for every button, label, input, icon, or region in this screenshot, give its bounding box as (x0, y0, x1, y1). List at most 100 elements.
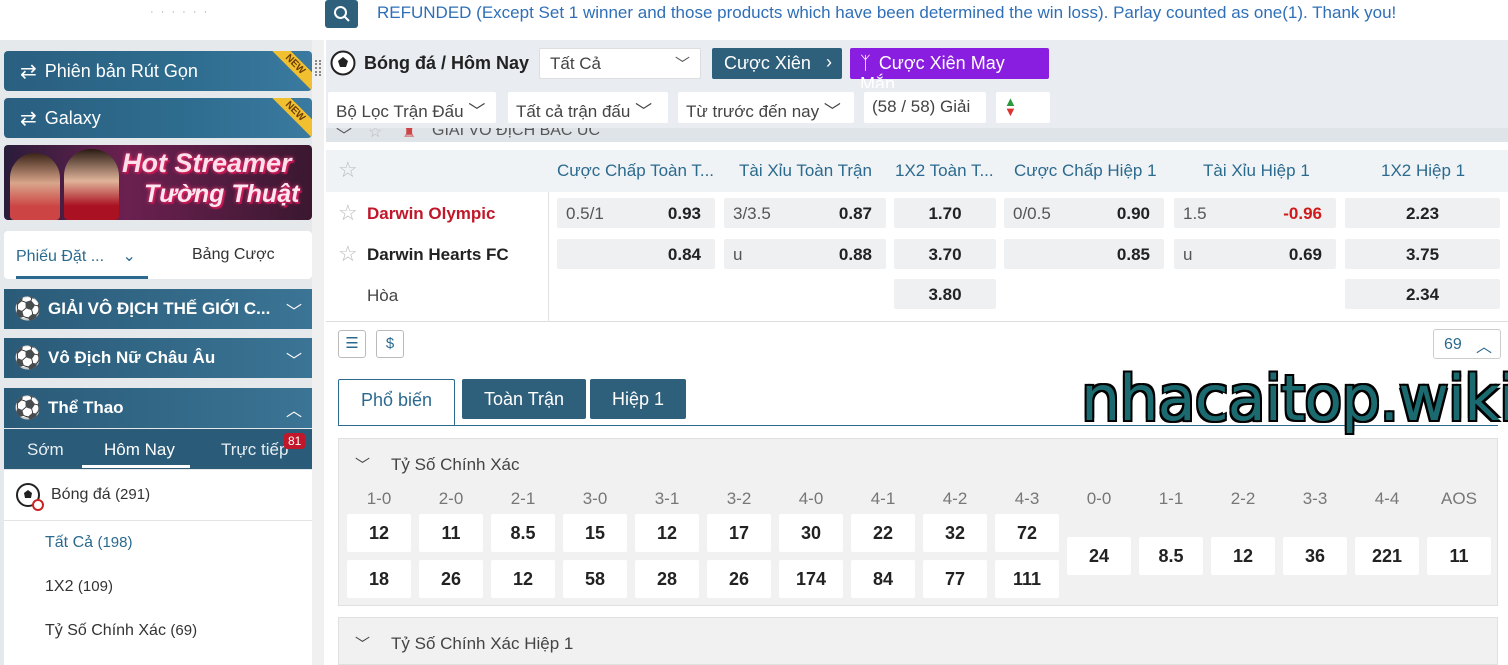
odds-cell[interactable]: u 0.88 (724, 239, 886, 269)
score-odds-cell[interactable]: 30 (779, 514, 843, 552)
score-odds-cell[interactable]: 72 (995, 514, 1059, 552)
list-item-all[interactable]: Tất Cả (198) (45, 534, 133, 552)
odds-cell[interactable]: 0/0.5 0.90 (1004, 198, 1164, 228)
score-odds-cell[interactable]: 221 (1355, 537, 1419, 575)
score-odds-cell[interactable]: 84 (851, 560, 915, 598)
tab-today[interactable]: Hôm Nay (104, 440, 175, 460)
score-odds-cell[interactable]: 32 (923, 514, 987, 552)
odds-cell[interactable]: 3.70 (894, 239, 996, 269)
score-odds-cell[interactable]: 174 (779, 560, 843, 598)
odds-cell[interactable]: u 0.69 (1174, 239, 1336, 269)
sidebar-scrollbar[interactable] (312, 40, 324, 665)
chevron-down-icon: ﹀ (823, 102, 841, 121)
galaxy-banner[interactable]: ⇄ Galaxy NEW (4, 98, 312, 138)
score-odds-cell[interactable]: 12 (347, 514, 411, 552)
search-icon (333, 6, 350, 22)
odds-cell[interactable]: 0.5/1 0.93 (557, 198, 715, 228)
score-odds-cell[interactable]: 26 (419, 560, 483, 598)
col-1x2-h1: 1X2 Hiệp 1 (1381, 161, 1466, 180)
odds-cell[interactable]: 1.5 -0.96 (1174, 198, 1336, 228)
score-odds-cell[interactable]: 12 (491, 560, 555, 598)
col-handicap-h1: Cược Chấp Hiệp 1 (1014, 161, 1157, 180)
tab-early[interactable]: Sớm (27, 440, 64, 460)
list-item-correct-score[interactable]: Tỷ Số Chính Xác (69) (45, 622, 197, 640)
score-odds-cell[interactable]: 28 (635, 560, 699, 598)
score-odds-cell[interactable]: 18 (347, 560, 411, 598)
chevron-down-icon[interactable]: ﹀ (355, 454, 370, 475)
banner-label: Phiên bản Rút Gọn (44, 60, 198, 81)
correct-score-panel: ﹀ Tỷ Số Chính Xác 1-0 2-0 2-1 3-0 3-1 3-2 4-0 4… (338, 438, 1498, 606)
section-women-euro[interactable]: ⚽ Vô Địch Nữ Châu Âu ﹀ (4, 338, 312, 378)
sport-item-soccer[interactable]: Bóng đá (291) (51, 486, 150, 504)
hot-streamer-subtitle: Tường Thuật (144, 180, 300, 208)
hot-streamer-banner[interactable]: Hot Streamer Tường Thuật (4, 145, 312, 220)
all-matches-dropdown[interactable]: Tất cả trận đấu ﹀ (508, 92, 668, 123)
score-odds-cell[interactable]: 24 (1067, 537, 1131, 575)
score-odds-cell[interactable]: 8.5 (1139, 537, 1203, 575)
correct-score-title: Tỷ Số Chính Xác (391, 455, 520, 474)
chevron-down-icon: ﹀ (285, 353, 302, 370)
odds-cell[interactable]: 3.80 (894, 279, 996, 309)
chevron-down-icon: ﹀ (285, 304, 302, 321)
market-count-toggle[interactable]: 69 ︿ (1433, 329, 1501, 359)
score-odds-cell[interactable]: 17 (707, 514, 771, 552)
score-odds-cell[interactable]: 26 (707, 560, 771, 598)
star-icon[interactable]: ☆ (368, 128, 382, 142)
tab-live[interactable]: Trực tiếp (221, 440, 288, 460)
tab-bet-list[interactable]: Bảng Cược (192, 246, 275, 264)
list-item-1x2[interactable]: 1X2 (109) (45, 578, 113, 596)
score-odds-cell[interactable]: 22 (851, 514, 915, 552)
odds-cell[interactable]: 2.34 (1345, 279, 1500, 309)
score-header: 2-0 (438, 489, 464, 508)
chevron-down-icon: ﹀ (674, 56, 690, 73)
col-ou-ft: Tài Xỉu Toàn Trận (739, 161, 872, 180)
tab-full-match[interactable]: Toàn Trận (462, 379, 587, 419)
score-header: 4-1 (870, 489, 896, 508)
stats-button[interactable]: ☰ (338, 330, 366, 358)
soccer-ball-icon (16, 483, 44, 511)
score-header: 3-0 (582, 489, 608, 508)
score-odds-cell[interactable]: 8.5 (491, 514, 555, 552)
score-header: 4-0 (798, 489, 824, 508)
cashout-button[interactable]: $ (376, 330, 404, 358)
score-header: 3-1 (654, 489, 680, 508)
score-odds-cell[interactable]: 15 (563, 514, 627, 552)
match-filter-dropdown[interactable]: Bộ Lọc Trận Đấu ﹀ (328, 92, 496, 123)
score-odds-cell[interactable]: 58 (563, 560, 627, 598)
star-icon[interactable]: ☆ (338, 157, 358, 183)
score-odds-cell[interactable]: 11 (419, 514, 483, 552)
score-odds-cell[interactable]: 77 (923, 560, 987, 598)
league-row[interactable]: ﹀ ☆ ♜ GIẢI VÔ ĐỊCH BẮC ÚC (326, 128, 1508, 142)
odds-cell[interactable]: 2.23 (1345, 198, 1500, 228)
league-count-button[interactable]: (58 / 58) Giải (864, 92, 986, 123)
compact-version-banner[interactable]: ⇄ Phiên bản Rút Gọn NEW (4, 51, 312, 91)
search-button[interactable] (325, 0, 358, 28)
chevron-up-icon: ︿ (1475, 339, 1492, 356)
odds-cell[interactable]: 3.75 (1345, 239, 1500, 269)
tab-popular[interactable]: Phổ biến (338, 379, 456, 426)
trophy-icon: ♜ (402, 128, 417, 141)
score-odds-cell[interactable]: 12 (635, 514, 699, 552)
section-sports[interactable]: ⚽ Thể Thao ︿ (4, 388, 312, 428)
score-odds-cell[interactable]: 111 (995, 560, 1059, 598)
star-icon[interactable]: ☆ (338, 200, 358, 226)
odds-cell[interactable]: 1.70 (894, 198, 996, 228)
score-header: 2-2 (1230, 489, 1256, 508)
section-world-cup[interactable]: ⚽ GIẢI VÔ ĐỊCH THẾ GIỚI C... ﹀ (4, 289, 312, 329)
star-icon[interactable]: ☆ (338, 241, 358, 267)
lucky-parlay-button[interactable]: ᛉ Cược Xiên May Mắn (850, 48, 1049, 94)
market-select[interactable]: Tất Cả ﹀ (539, 48, 701, 79)
score-odds-cell[interactable]: 36 (1283, 537, 1347, 575)
odds-cell[interactable]: 0.85 (1004, 239, 1164, 269)
odds-cell[interactable]: 3/3.5 0.87 (724, 198, 886, 228)
parlay-button[interactable]: Cược Xiên › (712, 48, 842, 79)
tab-first-half[interactable]: Hiệp 1 (590, 379, 687, 419)
score-odds-cell[interactable]: 12 (1211, 537, 1275, 575)
score-odds-cell[interactable]: 11 (1427, 537, 1491, 575)
divider (548, 192, 549, 322)
tab-bet-slip[interactable]: Phiếu Đặt ... ⌄ (16, 246, 136, 266)
sort-button[interactable]: ▲ ▼ (996, 92, 1050, 123)
chevron-down-icon[interactable]: ﹀ (355, 633, 370, 654)
time-range-dropdown[interactable]: Từ trước đến nay ﹀ (678, 92, 854, 123)
odds-cell[interactable]: 0.84 (557, 239, 715, 269)
